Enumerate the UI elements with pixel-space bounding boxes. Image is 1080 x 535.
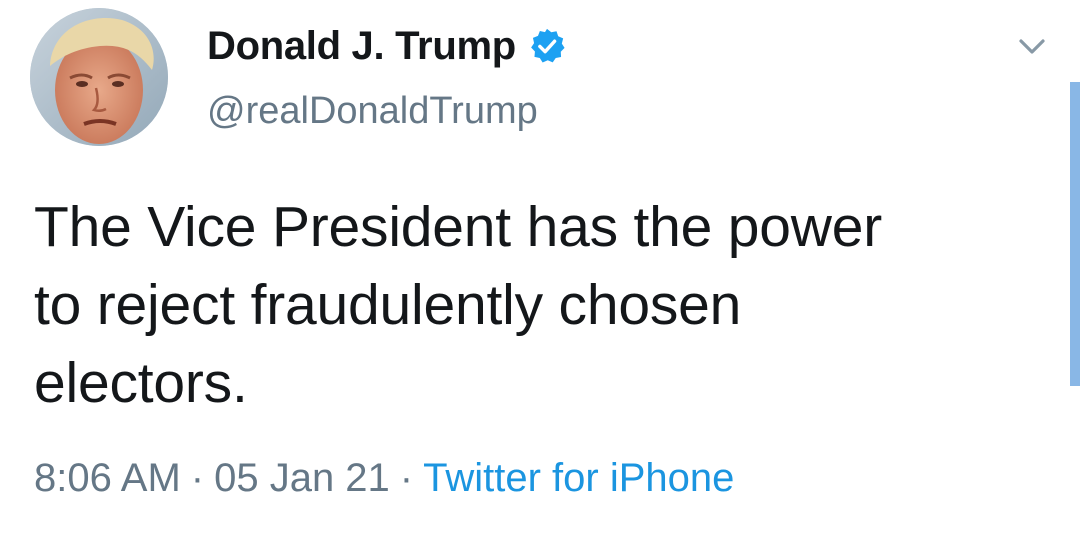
meta-separator: · [399,456,414,500]
tweet-text-line: to reject fraudulently chosen [34,273,742,337]
user-handle[interactable]: @realDonaldTrump [207,92,538,130]
author-name-row: Donald J. Trump [207,20,566,72]
tweet-text-line: The Vice President has the power [34,195,883,259]
chevron-down-icon[interactable] [1014,28,1050,64]
avatar[interactable] [30,8,168,146]
tweet-meta: 8:06 AM · 05 Jan 21 · Twitter for iPhone [34,454,734,502]
tweet-source-link[interactable]: Twitter for iPhone [423,456,734,500]
tweet-time[interactable]: 8:06 AM [34,456,181,500]
verified-badge-icon [528,27,566,65]
profile-photo [30,8,168,146]
display-name[interactable]: Donald J. Trump [207,26,516,66]
tweet-text-line: electors. [34,351,248,415]
tweet-text: The Vice President has the power to reje… [34,188,1034,422]
tweet-date[interactable]: 05 Jan 21 [214,456,390,500]
meta-separator: · [190,456,205,500]
scrollbar[interactable] [1070,82,1080,386]
tweet-card: Donald J. Trump @realDonaldTrump The Vic… [0,0,1080,535]
